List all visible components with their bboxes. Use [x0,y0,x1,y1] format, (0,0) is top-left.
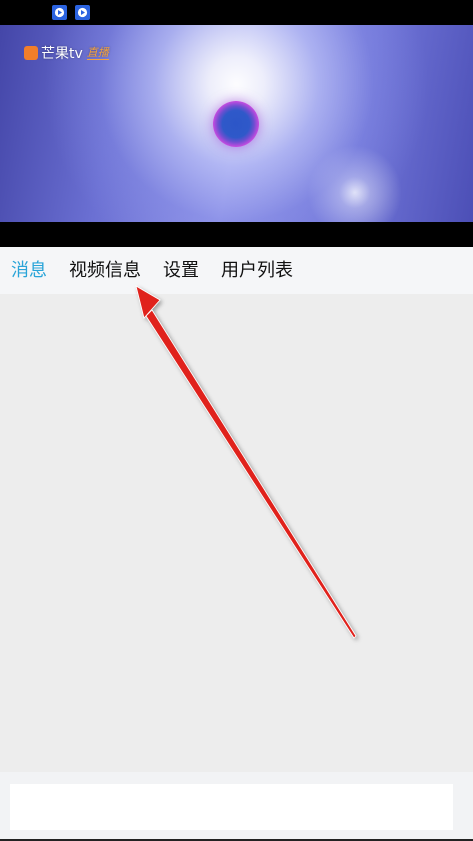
message-input-bar [0,772,473,839]
message-list-area[interactable] [0,294,473,772]
tab-messages[interactable]: 消息 [11,247,47,294]
globe-graphic [213,101,259,147]
tab-user-list[interactable]: 用户列表 [221,247,293,294]
video-player[interactable]: 芒果tv 直播 [0,25,473,222]
logo-text: 芒果tv [41,46,83,62]
status-bar [0,0,473,25]
mango-tv-logo: 芒果tv 直播 [24,43,109,63]
tab-settings[interactable]: 设置 [163,247,199,294]
message-input[interactable] [10,784,453,830]
mango-logo-icon [24,46,38,60]
video-bottom-bar [0,222,473,247]
tab-video-info[interactable]: 视频信息 [69,247,141,294]
video-app-icon [52,5,67,20]
video-app-icon [75,5,90,20]
app-screen: 芒果tv 直播 消息 视频信息 设置 用户列表 [0,0,473,841]
tab-bar: 消息 视频信息 设置 用户列表 [0,247,473,294]
live-badge: 直播 [86,46,109,60]
